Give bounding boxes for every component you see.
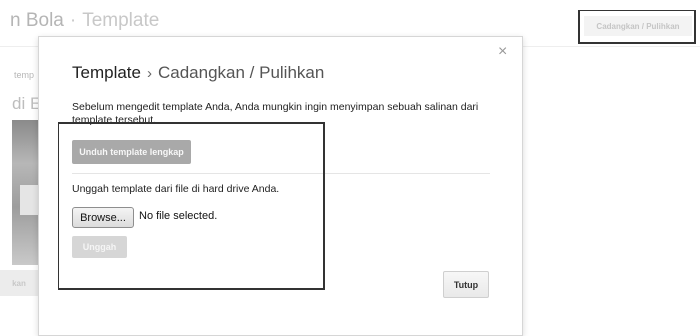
file-status-text: No file selected. xyxy=(139,210,218,222)
backup-restore-button[interactable]: Cadangkan / Pulihkan xyxy=(584,16,692,36)
template-thumbnail-detail xyxy=(20,185,38,215)
dialog-title: Template › Cadangkan / Pulihkan xyxy=(72,63,324,83)
browse-button[interactable]: Browse... xyxy=(72,207,134,228)
page-title: n Bola · Template xyxy=(10,10,159,32)
dialog-breadcrumb: Cadangkan / Pulihkan xyxy=(157,63,325,82)
dialog-title-main: Template xyxy=(72,63,141,82)
upload-button[interactable]: Unggah xyxy=(72,236,127,258)
close-button[interactable]: Tutup xyxy=(443,271,489,298)
section-divider xyxy=(72,173,490,174)
download-template-button[interactable]: Unduh template lengkap xyxy=(72,140,191,164)
close-icon[interactable]: × xyxy=(498,44,507,60)
page-name: Template xyxy=(82,10,160,31)
upload-instructions: Unggah template dari file di hard drive … xyxy=(72,183,280,195)
background-text-large: di E xyxy=(12,94,42,113)
blog-name: n Bola xyxy=(10,10,64,31)
title-separator: · xyxy=(69,10,77,31)
background-button[interactable]: kan xyxy=(0,270,38,296)
background-text-small: temp xyxy=(14,70,35,80)
chevron-right-icon: › xyxy=(146,65,152,82)
dialog-description: Sebelum mengedit template Anda, Anda mun… xyxy=(72,101,479,126)
